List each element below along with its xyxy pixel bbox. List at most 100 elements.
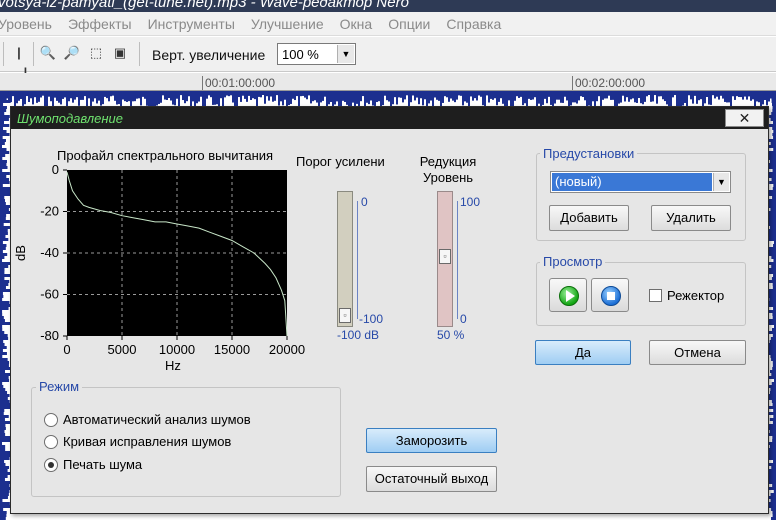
mode-radio-print[interactable] xyxy=(44,458,58,472)
menu-level[interactable]: Уровень xyxy=(0,16,52,32)
waveform-edge xyxy=(772,403,776,406)
waveform-edge xyxy=(0,292,3,295)
waveform-edge xyxy=(0,229,8,232)
waveform-bar xyxy=(314,91,316,101)
waveform-bar xyxy=(100,91,102,106)
waveform-edge xyxy=(0,319,5,322)
freeze-button[interactable]: Заморозить xyxy=(366,428,497,453)
waveform-edge xyxy=(0,328,3,331)
gain-threshold-thumb[interactable]: ▫ xyxy=(339,308,351,323)
waveform-bar xyxy=(726,91,728,103)
waveform-bar xyxy=(720,91,722,96)
reduction-level-thumb[interactable]: ▫ xyxy=(439,249,451,264)
waveform-bar xyxy=(690,91,692,100)
preset-select[interactable]: (новый) ▼ xyxy=(550,171,731,193)
waveform-bar xyxy=(404,91,406,100)
app-titlebar: votsya-iz-pamyati_(get-tune.net).mp3 - W… xyxy=(0,0,776,12)
y-axis-ticks: 0 -20 -40 -60 -80 xyxy=(40,162,67,343)
menu-effects[interactable]: Эффекты xyxy=(68,16,132,32)
waveform-edge xyxy=(0,166,8,169)
waveform-bar xyxy=(214,91,216,105)
delete-preset-button[interactable]: Удалить xyxy=(651,205,731,231)
waveform-bar xyxy=(636,91,638,103)
waveform-bar xyxy=(322,91,324,101)
waveform-bar xyxy=(482,91,484,106)
menu-options[interactable]: Опции xyxy=(388,16,430,32)
cancel-button[interactable]: Отмена xyxy=(649,340,746,365)
waveform-bar xyxy=(82,91,84,100)
waveform-bar xyxy=(488,91,490,103)
waveform-edge xyxy=(0,214,7,217)
zoom-out-icon[interactable]: 🔎 xyxy=(62,43,82,63)
zoom-full-icon[interactable]: ▣ xyxy=(110,43,130,63)
waveform-edge xyxy=(0,463,6,466)
stop-button[interactable] xyxy=(591,278,629,312)
waveform-bar xyxy=(288,91,290,106)
play-button[interactable] xyxy=(549,278,587,312)
chevron-down-icon[interactable]: ▼ xyxy=(713,173,729,191)
waveform-bar xyxy=(554,91,556,104)
gain-scale-bottom: -100 xyxy=(359,312,384,326)
waveform-bar xyxy=(712,91,714,96)
menu-windows[interactable]: Окна xyxy=(340,16,373,32)
waveform-bar xyxy=(32,91,34,105)
waveform-edge xyxy=(771,97,776,100)
waveform-edge xyxy=(768,214,776,217)
waveform-bar xyxy=(670,91,672,108)
bypass-checkbox[interactable] xyxy=(649,289,662,302)
timeline-ruler[interactable]: 00:01:00:000 00:02:00:000 xyxy=(0,73,776,91)
waveform-edge xyxy=(0,172,10,175)
timeline-mark: 00:01:00:000 xyxy=(202,76,275,90)
waveform-bar xyxy=(268,91,270,101)
spectral-profile-chart[interactable]: 0 -20 -40 -60 -80 0 5000 10000 15000 20000 dB Hz xyxy=(11,157,311,377)
waveform-bar xyxy=(88,91,90,99)
waveform-bar xyxy=(574,91,576,103)
menu-enhance[interactable]: Улучшение xyxy=(251,16,324,32)
waveform-edge xyxy=(0,118,9,121)
waveform-bar xyxy=(108,91,110,102)
waveform-edge xyxy=(0,175,7,178)
waveform-bar xyxy=(198,91,200,102)
waveform-bar xyxy=(470,91,472,97)
close-button[interactable]: ✕ xyxy=(725,109,764,127)
waveform-bar xyxy=(128,91,130,102)
menu-help[interactable]: Справка xyxy=(446,16,501,32)
waveform-bar xyxy=(598,91,600,97)
x-tick-label: 10000 xyxy=(159,342,195,357)
waveform-bar xyxy=(12,91,14,97)
waveform-edge xyxy=(0,124,10,127)
x-axis-label: Hz xyxy=(165,358,181,373)
waveform-bar xyxy=(110,91,112,97)
menu-tools[interactable]: Инструменты xyxy=(148,16,235,32)
gain-threshold-slider[interactable] xyxy=(337,191,353,327)
chevron-down-icon[interactable]: ▼ xyxy=(337,45,354,63)
waveform-bar xyxy=(54,91,56,98)
waveform-edge xyxy=(0,343,5,346)
waveform-bar xyxy=(724,91,726,102)
waveform-edge xyxy=(769,181,776,184)
waveform-bar xyxy=(208,91,210,96)
waveform-bar xyxy=(400,91,402,98)
ok-button[interactable]: Да xyxy=(535,340,631,365)
add-preset-button[interactable]: Добавить xyxy=(549,205,629,231)
zoom-in-icon[interactable]: 🔍 xyxy=(38,43,58,63)
waveform-bar xyxy=(202,91,204,107)
waveform-edge xyxy=(0,148,7,151)
zoom-selection-icon[interactable]: ⬚ xyxy=(86,43,106,63)
waveform-bar xyxy=(342,91,344,101)
mode-radio-curve[interactable] xyxy=(44,435,58,449)
waveform-bar xyxy=(474,91,476,99)
fit-width-icon[interactable]: |↔| xyxy=(9,43,29,80)
waveform-bar xyxy=(756,91,758,102)
waveform-bar xyxy=(644,91,646,102)
vertical-zoom-select[interactable]: 100 % ▼ xyxy=(277,43,356,65)
waveform-edge xyxy=(771,400,776,403)
waveform-edge xyxy=(768,163,776,166)
waveform-edge xyxy=(0,379,10,382)
waveform-bar xyxy=(50,91,52,102)
waveform-bar xyxy=(560,91,562,103)
residual-output-button[interactable]: Остаточный выход xyxy=(366,466,497,492)
waveform-bar xyxy=(368,91,370,105)
mode-radio-auto[interactable] xyxy=(44,413,58,427)
waveform-bar xyxy=(144,91,146,99)
